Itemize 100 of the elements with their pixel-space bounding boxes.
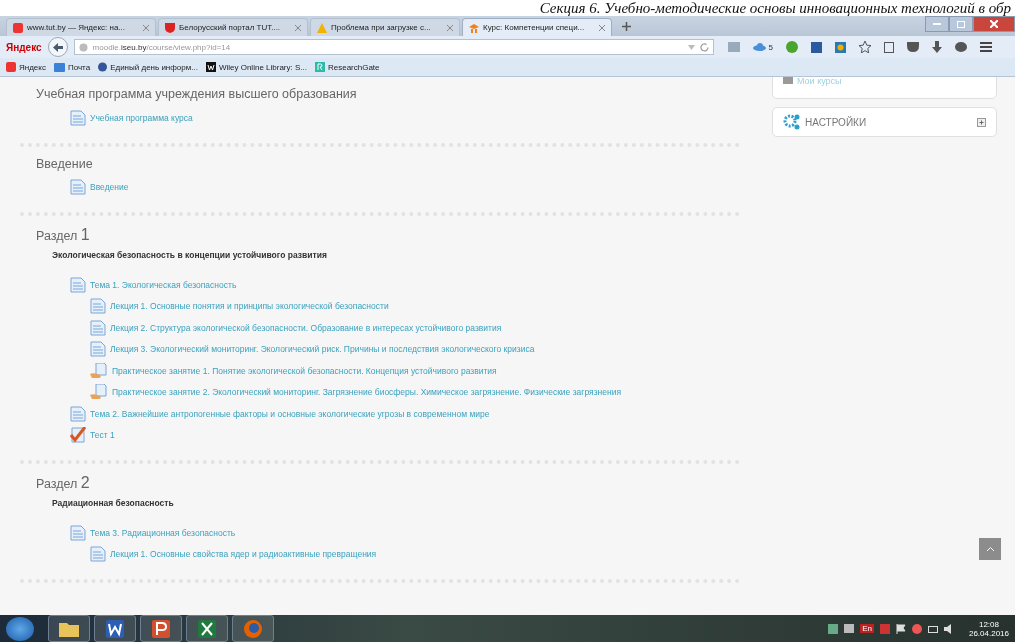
bookmark-link[interactable]: Яндекс (6, 62, 46, 72)
rg-logo-icon (314, 62, 325, 72)
firefox-icon (243, 618, 263, 639)
browser-tab[interactable]: Проблема при загрузке с... (310, 18, 460, 36)
folder-icon (783, 77, 793, 84)
envelope-icon (53, 62, 65, 72)
page-icon (70, 276, 86, 293)
taskbar-app[interactable] (48, 615, 90, 642)
chevron-up-icon (986, 547, 994, 551)
shield-icon (165, 22, 175, 33)
activity-link[interactable]: Лекция 3. Экологический мониторинг. Экологический риск. Причины и последствия экологического кризиса (90, 338, 740, 360)
round-extension-icon[interactable] (786, 41, 799, 53)
back-button[interactable] (47, 37, 68, 57)
download-icon[interactable] (932, 41, 943, 53)
close-icon (990, 20, 998, 28)
activity-link[interactable]: Введение (70, 176, 740, 198)
chat-icon[interactable] (955, 41, 968, 53)
browser-tab[interactable]: Белорусский портал TUT.... (158, 18, 308, 36)
extension-icon[interactable] (835, 41, 847, 53)
activity-link[interactable]: Лекция 1. Основные свойства ядер и радиоактивные превращения (90, 543, 740, 565)
close-icon[interactable] (295, 24, 301, 31)
section-title: Раздел 1 (36, 226, 91, 244)
block-title: НАСТРОЙКИ (805, 116, 868, 128)
bookmark-link[interactable]: Почта (53, 62, 91, 72)
maximize-icon (957, 20, 965, 28)
hand-document-icon (90, 362, 108, 379)
menu-icon[interactable] (980, 42, 993, 52)
activity-link[interactable]: Тема 2. Важнейшие антропогенные факторы и основные экологические угрозы в современном мире (70, 403, 740, 425)
yandex-logo-icon (6, 62, 16, 72)
checkmark-document-icon (70, 427, 86, 444)
close-icon[interactable] (447, 24, 453, 31)
activity-link[interactable]: Учебная программа курса (70, 107, 740, 129)
dock-icon[interactable] (977, 117, 986, 127)
reload-icon[interactable] (699, 42, 709, 52)
activity-link[interactable]: Лекция 2. Структура экологической безопасности. Образование в интересах устойчивого развития (90, 317, 740, 339)
minimize-button[interactable] (925, 16, 949, 32)
start-button[interactable] (6, 616, 34, 641)
clock[interactable]: 12:08 26.04.2016 (968, 619, 1009, 638)
browser-logo[interactable]: Яндекс (6, 41, 42, 53)
alert-icon[interactable] (911, 623, 922, 634)
document-heading: Секция 6. Учебно-методические основы инновационных технологий в обр (539, 0, 1012, 17)
minimize-icon (933, 22, 941, 26)
taskbar-app[interactable] (186, 615, 228, 642)
weather-count: 5 (768, 42, 774, 52)
page-icon (90, 319, 106, 336)
section-summary: Экологическая безопасность в концепции устойчивого развития (52, 250, 328, 260)
section-title: Введение (36, 156, 94, 171)
globe-icon (78, 42, 88, 52)
gears-icon (783, 114, 801, 130)
taskbar-app[interactable] (94, 615, 136, 642)
close-icon[interactable] (143, 24, 149, 31)
pocket-icon[interactable] (907, 42, 920, 52)
activity-link[interactable]: Лекция 1. Основные понятия и принципы экологической безопасности (90, 295, 740, 317)
hat-icon (469, 22, 479, 33)
bookmark-link[interactable]: Wiley Online Library: S... (205, 62, 307, 72)
cloud-icon[interactable] (752, 43, 766, 51)
warning-icon (317, 22, 327, 33)
activity-link[interactable]: Тема 3. Радиационная безопасность (70, 522, 740, 544)
page-icon (90, 298, 106, 315)
flag-icon[interactable] (895, 623, 906, 634)
network-icon[interactable] (828, 623, 839, 634)
activity-link[interactable]: Тема 1. Экологическая безопасность (70, 274, 740, 296)
taskbar-app[interactable] (140, 615, 182, 642)
page-icon (70, 179, 86, 196)
section-summary: Радиационная безопасность (52, 498, 175, 508)
address-field[interactable]: moodle.iseu.by/course/view.php?id=14 (73, 39, 714, 55)
back-arrow-icon (52, 42, 63, 52)
powerpoint-icon (152, 619, 170, 638)
clipboard-icon[interactable] (884, 41, 895, 53)
pdf-icon[interactable] (879, 623, 890, 634)
language-indicator[interactable]: En (860, 624, 874, 633)
hand-document-icon (90, 384, 108, 401)
bookmark-link[interactable]: Единый день информ... (98, 62, 198, 72)
activity-link[interactable]: Тест 1 (70, 424, 740, 446)
word-icon (106, 619, 124, 638)
bookmark-link[interactable]: ResearchGate (314, 62, 380, 72)
excel-icon (198, 619, 216, 638)
activity-link[interactable]: Практическое занятие 2. Экологический мониторинг. Загрязнение биосферы. Химическое загрязнение. Физические загрязнения (90, 381, 740, 403)
close-icon[interactable] (599, 24, 605, 31)
w-logo-icon (205, 62, 216, 72)
page-icon (70, 524, 86, 541)
page-icon (90, 341, 106, 358)
star-icon[interactable] (859, 41, 872, 53)
yandex-logo-icon (13, 22, 23, 33)
crest-icon (98, 62, 108, 72)
action-center-icon[interactable] (927, 623, 938, 634)
section-title: Учебная программа учреждения высшего образования (36, 87, 358, 101)
activity-link[interactable]: Практическое занятие 1. Понятие экологической безопасности. Концепция устойчивого развития (90, 360, 740, 382)
browser-tab[interactable]: Курс: Компетенции специ... (462, 18, 612, 36)
monitor-icon[interactable] (844, 624, 855, 633)
page-icon (90, 546, 106, 563)
folder-icon (59, 620, 79, 637)
maximize-button[interactable] (949, 16, 973, 32)
p-extension-icon[interactable] (811, 41, 823, 53)
section-title: Раздел 2 (36, 474, 91, 492)
page-icon (70, 405, 86, 422)
close-button[interactable] (973, 16, 1015, 32)
browser-tab[interactable]: www.tut.by — Яндекс: на... (6, 18, 156, 36)
page-icon (70, 109, 86, 126)
new-tab-icon[interactable] (622, 21, 631, 31)
